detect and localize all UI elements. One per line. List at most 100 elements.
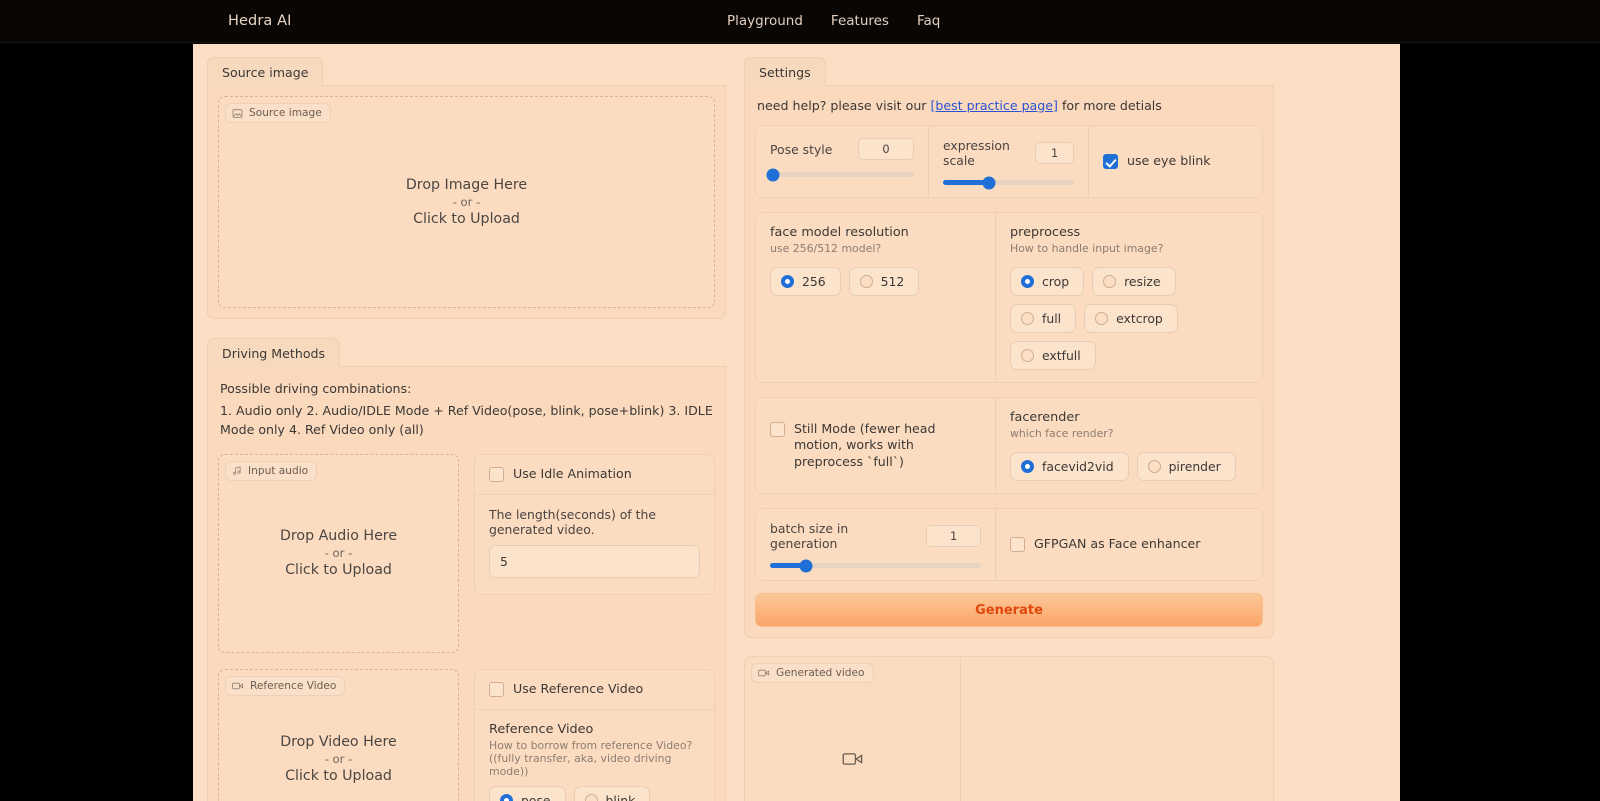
help-prefix: need help? please visit our (757, 98, 931, 113)
idle-animation-half: Use Idle Animation The length(seconds) o… (474, 453, 715, 653)
expression-scale-value[interactable]: 1 (1035, 142, 1074, 164)
radio-facevid2vid-label: facevid2vid (1042, 459, 1114, 474)
radio-full-label: full (1042, 311, 1062, 326)
gfpgan-checkbox[interactable] (1010, 537, 1025, 553)
use-reference-video-panel: Use Reference Video Reference Video How … (474, 668, 715, 801)
driving-methods-tabbody: Possible driving combinations: 1. Audio … (207, 367, 726, 801)
reference-video-desc: How to borrow from reference Video?((ful… (489, 738, 693, 778)
pose-style-value[interactable]: 0 (858, 138, 914, 160)
pose-style-slider[interactable] (766, 168, 914, 181)
facerender-cell: facerender which face render? facevid2vi… (995, 398, 1262, 493)
source-image-chip: Source image (225, 103, 331, 123)
preprocess-cell: preprocess How to handle input image? cr… (995, 213, 1262, 382)
expression-scale-slider[interactable] (943, 176, 1074, 189)
gfpgan-row[interactable]: GFPGAN as Face enhancer (1010, 536, 1200, 553)
tab-driving-methods[interactable]: Driving Methods (207, 338, 341, 367)
radio-facevid2vid[interactable]: facevid2vid (1010, 452, 1129, 481)
use-reference-video-row[interactable]: Use Reference Video (489, 681, 700, 698)
use-eye-blink-row[interactable]: use eye blink (1103, 153, 1211, 170)
idle-animation-panel: Use Idle Animation The length(seconds) o… (474, 453, 715, 595)
expression-scale-label: expression scale (943, 138, 1010, 168)
video-placeholder-icon (842, 751, 864, 771)
radio-full-dot (1021, 312, 1034, 325)
idle-length-cell: The length(seconds) of the generated vid… (475, 493, 714, 594)
nav-link-playground[interactable]: Playground (727, 13, 803, 29)
best-practice-link[interactable]: [best practice page] (930, 98, 1057, 113)
tab-source-image[interactable]: Source image (207, 57, 324, 86)
expression-scale-cell: expression scale 1 (928, 126, 1088, 197)
stillmode-facerender-panel: Still Mode (fewer head motion, works wit… (755, 397, 1263, 494)
idle-checkbox-cell: Use Idle Animation (475, 455, 714, 494)
face-model-resolution-sub: use 256/512 model? (770, 242, 882, 255)
radio-extcrop[interactable]: extcrop (1084, 304, 1178, 333)
batch-size-slider-knob[interactable] (799, 559, 813, 572)
still-mode-row[interactable]: Still Mode (fewer head motion, works wit… (770, 421, 974, 471)
drop-audio-or: - or - (324, 546, 353, 561)
input-audio-chip: Input audio (225, 460, 318, 481)
app-container: Source image Source image Drop Image Her… (193, 44, 1400, 801)
click-to-upload-image[interactable]: Click to Upload (413, 211, 520, 227)
settings-section: Settings need help? please visit our [be… (744, 56, 1274, 638)
video-camera-icon (232, 681, 244, 691)
radio-extfull-label: extfull (1042, 348, 1081, 363)
main-columns: Source image Source image Drop Image Her… (193, 44, 1400, 801)
source-image-dropzone[interactable]: Source image Drop Image Here - or - Clic… (218, 96, 715, 308)
click-to-upload-video[interactable]: Click to Upload (285, 768, 392, 784)
use-idle-animation-row[interactable]: Use Idle Animation (489, 466, 700, 483)
batch-size-label: batch size in generation (770, 521, 849, 551)
preprocess-radio-group: crop resize full extcrop extfull (1010, 267, 1248, 370)
tab-settings[interactable]: Settings (744, 57, 826, 86)
pose-style-slider-knob[interactable] (766, 168, 780, 181)
nav-links: Playground Features Faq (727, 13, 940, 29)
click-to-upload-audio[interactable]: Click to Upload (285, 562, 392, 578)
drop-video-or: - or - (324, 751, 353, 766)
radio-extcrop-label: extcrop (1116, 311, 1163, 326)
source-image-section: Source image Source image Drop Image Her… (207, 56, 726, 319)
idle-length-input[interactable]: 5 (489, 544, 700, 578)
preprocess-sub: How to handle input image? (1010, 242, 1164, 255)
radio-pirender[interactable]: pirender (1136, 452, 1236, 481)
radio-256[interactable]: 256 (770, 267, 841, 296)
generated-video-chip-label: Generated video (776, 667, 865, 679)
image-icon (232, 108, 243, 119)
batch-size-value[interactable]: 1 (926, 525, 981, 547)
use-idle-animation-checkbox[interactable] (489, 466, 504, 482)
use-eye-blink-checkbox[interactable] (1103, 154, 1118, 170)
radio-pose[interactable]: pose (489, 785, 566, 801)
expression-scale-slider-knob[interactable] (982, 176, 996, 189)
batch-size-slider[interactable] (770, 559, 981, 572)
reference-video-chip-label: Reference Video (250, 679, 337, 692)
face-model-resolution-radio-group: 256 512 (770, 267, 981, 296)
nav-link-features[interactable]: Features (831, 13, 889, 29)
video-camera-icon (758, 668, 770, 678)
reference-video-row: Reference Video Drop Video Here - or - C… (218, 668, 715, 801)
radio-blink[interactable]: blink (573, 785, 651, 801)
radio-512[interactable]: 512 (848, 267, 920, 296)
radio-resize[interactable]: resize (1092, 267, 1176, 296)
radio-crop[interactable]: crop (1010, 267, 1085, 296)
radio-resize-label: resize (1124, 274, 1161, 289)
input-audio-chip-label: Input audio (248, 464, 309, 477)
use-reference-video-checkbox[interactable] (489, 681, 504, 697)
generated-video-box[interactable]: Generated video (745, 657, 961, 801)
pose-style-label: Pose style (770, 141, 833, 157)
radio-crop-dot (1021, 275, 1034, 288)
reference-video-dropzone[interactable]: Reference Video Drop Video Here - or - C… (218, 668, 459, 801)
driving-methods-tabbar: Driving Methods (207, 337, 726, 367)
gfpgan-label: GFPGAN as Face enhancer (1034, 536, 1201, 552)
radio-extfull[interactable]: extfull (1010, 341, 1096, 370)
reference-video-radio-group: pose blink pose+blink (489, 785, 700, 801)
still-mode-checkbox[interactable] (770, 421, 785, 437)
generated-video-chip: Generated video (751, 663, 874, 683)
nav-link-faq[interactable]: Faq (917, 13, 940, 29)
input-audio-dropzone[interactable]: Input audio Drop Audio Here - or - Click… (218, 453, 459, 653)
brand-logo[interactable]: Hedra AI (228, 13, 291, 29)
reference-video-chip: Reference Video (225, 675, 346, 696)
pose-style-head: Pose style 0 (770, 138, 914, 160)
reference-video-title: Reference Video (489, 721, 594, 737)
radio-full[interactable]: full (1010, 304, 1077, 333)
generated-video-panel: Generated video (744, 656, 1274, 801)
radio-extfull-dot (1021, 349, 1034, 362)
generate-button[interactable]: Generate (755, 593, 1263, 627)
use-eye-blink-cell: use eye blink (1088, 126, 1262, 197)
